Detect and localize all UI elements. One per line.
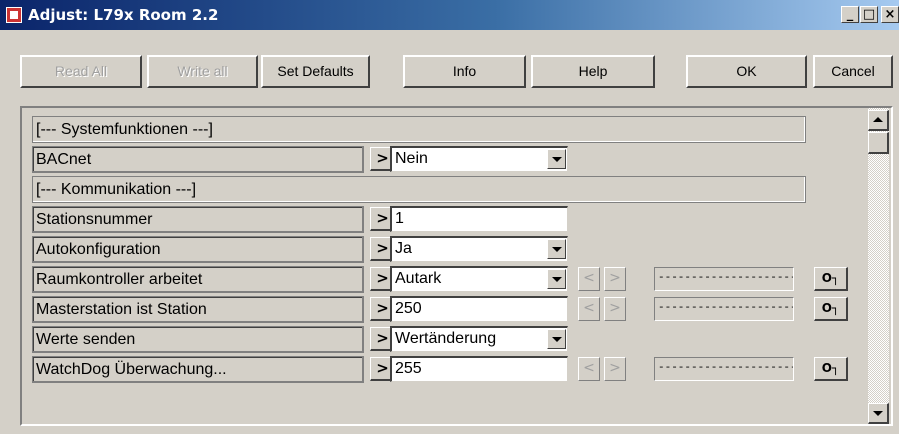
prev-button[interactable]: <: [578, 357, 600, 381]
autokonfiguration-select[interactable]: Ja: [390, 236, 568, 262]
watchdog-input[interactable]: 255: [390, 356, 568, 382]
param-label-stationsnummer: Stationsnummer: [32, 206, 364, 233]
key-icon[interactable]: O┐: [814, 357, 848, 381]
ok-button[interactable]: OK: [686, 55, 807, 88]
chevron-down-icon[interactable]: [547, 329, 566, 349]
next-button[interactable]: >: [604, 267, 626, 291]
title-bar[interactable]: Adjust: L79x Room 2.2 _ □ ×: [0, 0, 899, 30]
section-header-systemfunktionen: [--- Systemfunktionen ---]: [32, 116, 806, 143]
bacnet-select-value: Nein: [395, 150, 428, 167]
chevron-down-icon[interactable]: [547, 149, 566, 169]
next-button[interactable]: >: [604, 297, 626, 321]
value-display: ----------------------------: [654, 297, 794, 321]
param-label-raumkontroller: Raumkontroller arbeitet: [32, 266, 364, 293]
read-all-button[interactable]: Read All: [20, 55, 142, 88]
param-label-watchdog: WatchDog Überwachung...: [32, 356, 364, 383]
prev-button[interactable]: <: [578, 267, 600, 291]
app-icon: [6, 7, 22, 23]
raumkontroller-select-value: Autark: [395, 270, 442, 287]
close-button[interactable]: ×: [881, 6, 899, 23]
section-header-kommunikation: [--- Kommunikation ---]: [32, 176, 806, 203]
vertical-scrollbar[interactable]: [868, 108, 889, 424]
bacnet-select[interactable]: Nein: [390, 146, 568, 172]
scrollbar-thumb[interactable]: [868, 132, 889, 154]
window-title: Adjust: L79x Room 2.2: [28, 6, 219, 24]
maximize-button[interactable]: □: [860, 6, 878, 23]
key-icon[interactable]: O┐: [814, 297, 848, 321]
arrow-up-icon[interactable]: [868, 110, 889, 131]
param-label-autokonfiguration: Autokonfiguration: [32, 236, 364, 263]
autokonfiguration-select-value: Ja: [395, 240, 412, 257]
next-button[interactable]: >: [604, 357, 626, 381]
info-button[interactable]: Info: [403, 55, 526, 88]
chevron-down-icon[interactable]: [547, 269, 566, 289]
parameter-panel: [--- Systemfunktionen ---] BACnet > Nein…: [20, 106, 893, 426]
cancel-button[interactable]: Cancel: [813, 55, 893, 88]
value-display: ----------------------------: [654, 267, 794, 291]
key-icon[interactable]: O┐: [814, 267, 848, 291]
value-display: ----------------------------: [654, 357, 794, 381]
prev-button[interactable]: <: [578, 297, 600, 321]
werte-senden-select-value: Wertänderung: [395, 330, 497, 347]
arrow-down-icon[interactable]: [868, 403, 889, 424]
help-button[interactable]: Help: [531, 55, 655, 88]
chevron-down-icon[interactable]: [547, 239, 566, 259]
raumkontroller-select[interactable]: Autark: [390, 266, 568, 292]
stationsnummer-input[interactable]: 1: [390, 206, 568, 232]
minimize-button[interactable]: _: [841, 6, 859, 23]
param-label-masterstation: Masterstation ist Station: [32, 296, 364, 323]
param-label-bacnet: BACnet: [32, 146, 364, 173]
param-label-werte-senden: Werte senden: [32, 326, 364, 353]
werte-senden-select[interactable]: Wertänderung: [390, 326, 568, 352]
masterstation-input[interactable]: 250: [390, 296, 568, 322]
write-all-button[interactable]: Write all: [147, 55, 258, 88]
set-defaults-button[interactable]: Set Defaults: [261, 55, 370, 88]
